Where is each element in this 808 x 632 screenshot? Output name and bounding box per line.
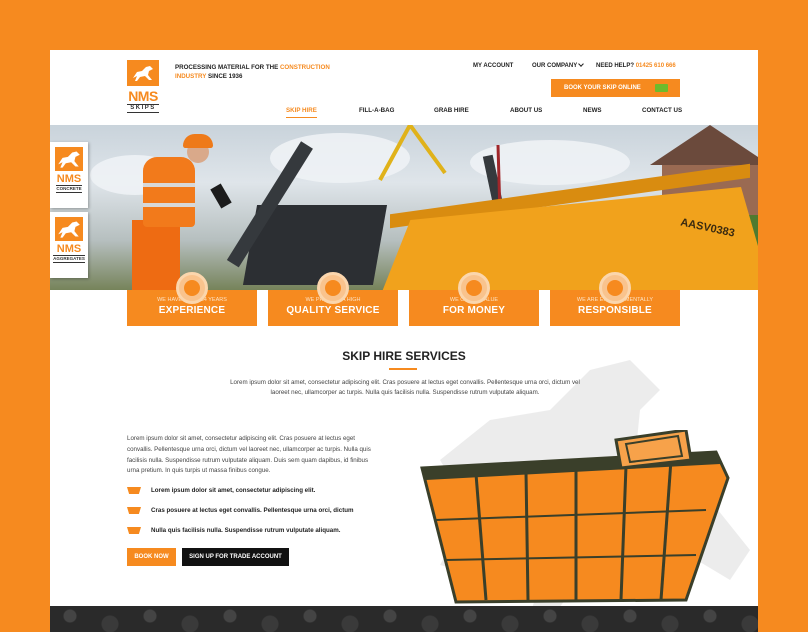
feature-environmentally-responsible: WE ARE ENVIRONMENTALLY RESPONSIBLE (550, 272, 680, 326)
need-help-contact[interactable]: NEED HELP? 01425 610 666 (596, 63, 676, 69)
side-tab-nms-concrete[interactable]: NMS CONCRETE (50, 142, 88, 208)
nav-fill-a-bag[interactable]: FILL-A-BAG (359, 107, 394, 114)
footer-banner (50, 606, 758, 632)
book-now-button[interactable]: BOOK NOW (127, 548, 176, 566)
our-company-dropdown[interactable]: OUR COMPANY (532, 61, 585, 69)
company-tagline: PROCESSING MATERIAL FOR THE CONSTRUCTION… (175, 64, 330, 80)
leaf-icon (599, 272, 631, 304)
list-item: Cras posuere at lectus eget convallis. P… (127, 507, 354, 514)
skip-truck-icon (655, 84, 668, 92)
my-account-link[interactable]: MY ACCOUNT (473, 63, 513, 69)
nav-contact-us[interactable]: CONTACT US (642, 107, 682, 114)
horse-logo-icon (55, 147, 83, 171)
section-intro: Lorem ipsum dolor sit amet, consectetur … (230, 379, 580, 396)
list-item: Lorem ipsum dolor sit amet, consectetur … (127, 487, 315, 494)
chevron-down-icon (578, 61, 585, 67)
worker (143, 157, 195, 227)
worker-legs (132, 220, 180, 290)
quality-check-icon (317, 272, 349, 304)
money-hand-icon (458, 272, 490, 304)
helmet-icon (176, 272, 208, 304)
nav-about-us[interactable]: ABOUT US (510, 107, 542, 114)
side-tab-nms-aggregates[interactable]: NMS AGGREGATES (50, 212, 88, 278)
nav-grab-hire[interactable]: GRAB HIRE (434, 107, 469, 114)
horse-logo-icon (127, 60, 159, 86)
feature-quality-service: WE PROVIDE A HIGH QUALITY SERVICE (268, 272, 398, 326)
hard-hat (183, 134, 213, 148)
logo-text: NMS (128, 88, 158, 104)
feature-experience: WE HAVE OVER 84 YEARS EXPERIENCE (127, 272, 257, 326)
skip-bullet-icon (127, 527, 141, 534)
book-skip-online-button[interactable]: BOOK YOUR SKIP ONLINE (551, 79, 680, 97)
logo-subtext: SKIPS (127, 104, 159, 113)
skip-bullet-icon (127, 507, 141, 514)
section-title: SKIP HIRE SERVICES (342, 349, 466, 363)
reflective-stripe (143, 183, 195, 187)
skip-bullet-icon (127, 487, 141, 494)
nms-skips-logo[interactable]: NMS SKIPS (127, 60, 159, 116)
horse-logo-icon (55, 217, 83, 241)
house-roof (650, 125, 758, 165)
phone-number[interactable]: 01425 610 666 (636, 63, 676, 69)
hero-image: AASV0383 (50, 125, 758, 290)
nav-skip-hire[interactable]: SKIP HIRE (286, 107, 317, 118)
feature-value-for-money: WE OFFER VALUE FOR MONEY (409, 272, 539, 326)
skip-lettering: AASV0383 (679, 216, 736, 240)
reflective-stripe (143, 203, 195, 207)
trade-account-button[interactable]: SIGN UP FOR TRADE ACCOUNT (182, 548, 289, 566)
skip-illustration (420, 430, 730, 604)
list-item: Nulla quis facilisis nulla. Suspendisse … (127, 527, 340, 534)
page: NMS SKIPS PROCESSING MATERIAL FOR THE CO… (50, 50, 758, 632)
handheld-device (210, 183, 232, 209)
nav-news[interactable]: NEWS (583, 107, 602, 114)
services-body-text: Lorem ipsum dolor sit amet, consectetur … (127, 435, 371, 475)
title-underline (389, 368, 417, 370)
